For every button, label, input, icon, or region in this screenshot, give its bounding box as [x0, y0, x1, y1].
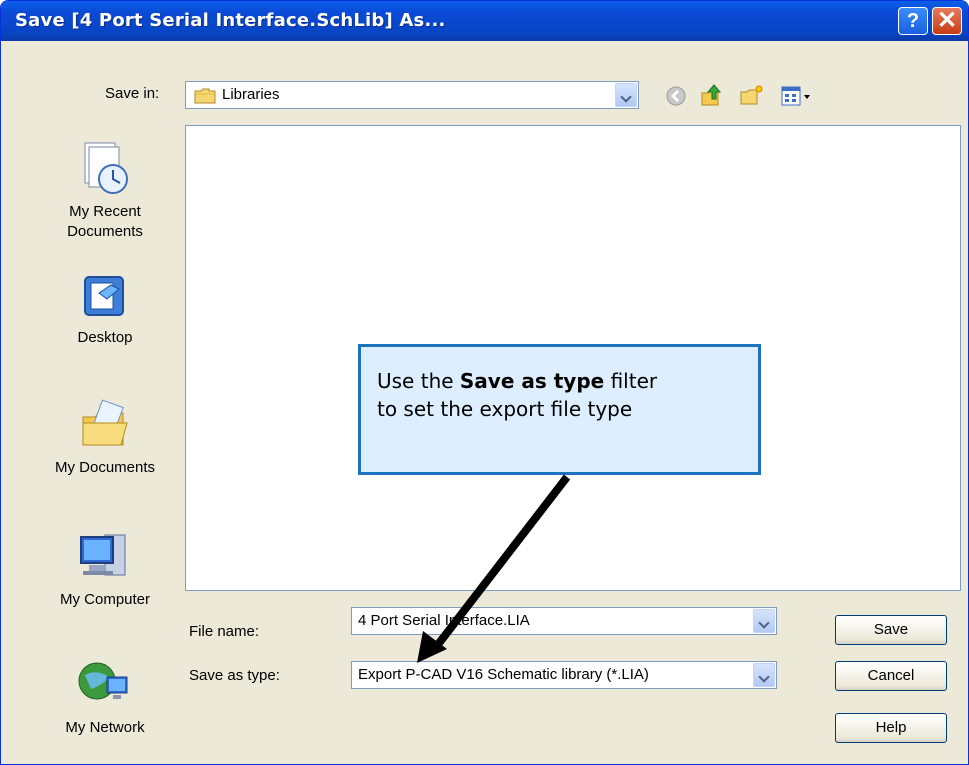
save-as-dialog: Save [4 Port Serial Interface.SchLib] As… — [0, 0, 969, 765]
callout-arrow — [417, 474, 571, 663]
